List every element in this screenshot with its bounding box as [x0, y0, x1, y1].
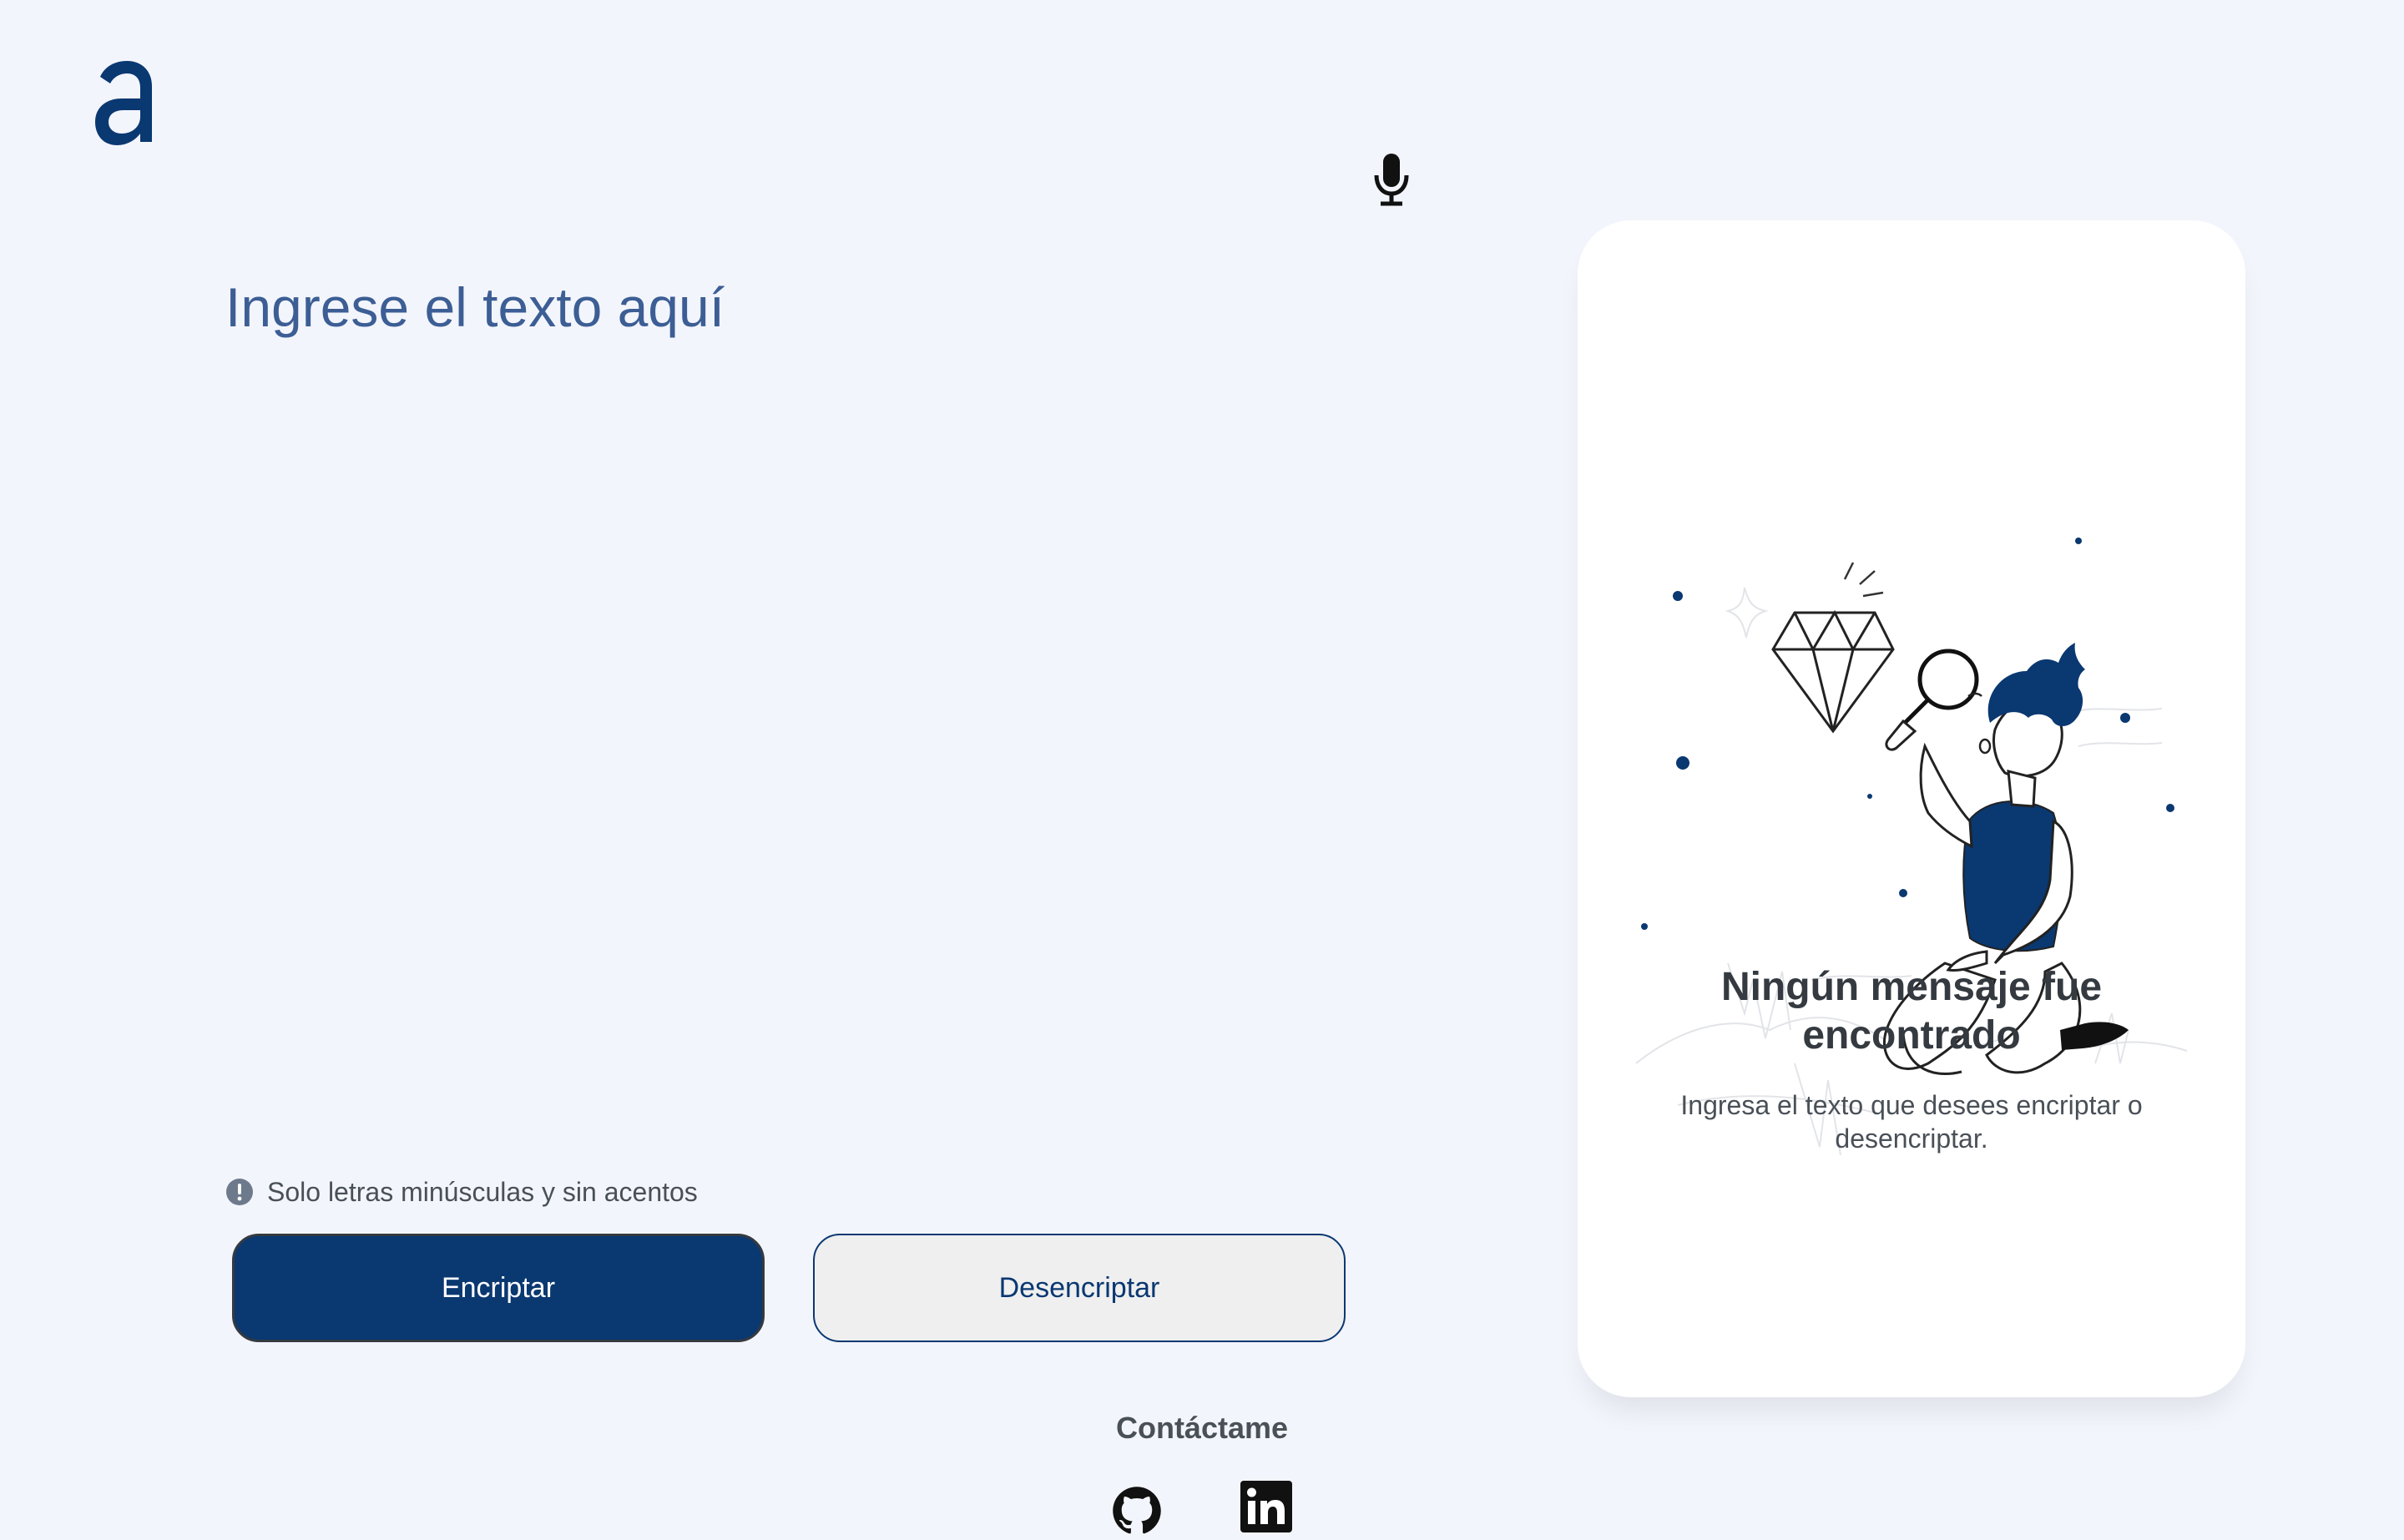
hint-text: Solo letras minúsculas y sin acentos — [267, 1176, 698, 1207]
contact-title: Contáctame — [1115, 1411, 1289, 1445]
alura-a-logo-icon — [95, 61, 152, 145]
output-title: Ningún mensaje fue encontrado — [1720, 965, 2103, 1058]
exclamation-circle-icon — [226, 1179, 253, 1205]
output-description: Ingresa el texto que desees encriptar o … — [1680, 1090, 2143, 1154]
encrypt-button[interactable]: Encriptar — [232, 1234, 765, 1342]
output-card: Ningún mensaje fue encontrado Ingresa el… — [1578, 220, 2245, 1397]
linkedin-icon — [1240, 1481, 1292, 1532]
decrypt-button[interactable]: Desencriptar — [813, 1234, 1346, 1342]
linkedin-link[interactable] — [1240, 1481, 1292, 1532]
github-link[interactable] — [1112, 1486, 1162, 1536]
github-icon — [1113, 1487, 1161, 1534]
microphone-button[interactable] — [1369, 150, 1414, 209]
microphone-icon — [1374, 154, 1409, 206]
input-hint: Solo letras minúsculas y sin acentos — [225, 1173, 698, 1211]
alura-logo[interactable] — [92, 58, 159, 152]
text-input[interactable] — [225, 275, 1352, 1118]
